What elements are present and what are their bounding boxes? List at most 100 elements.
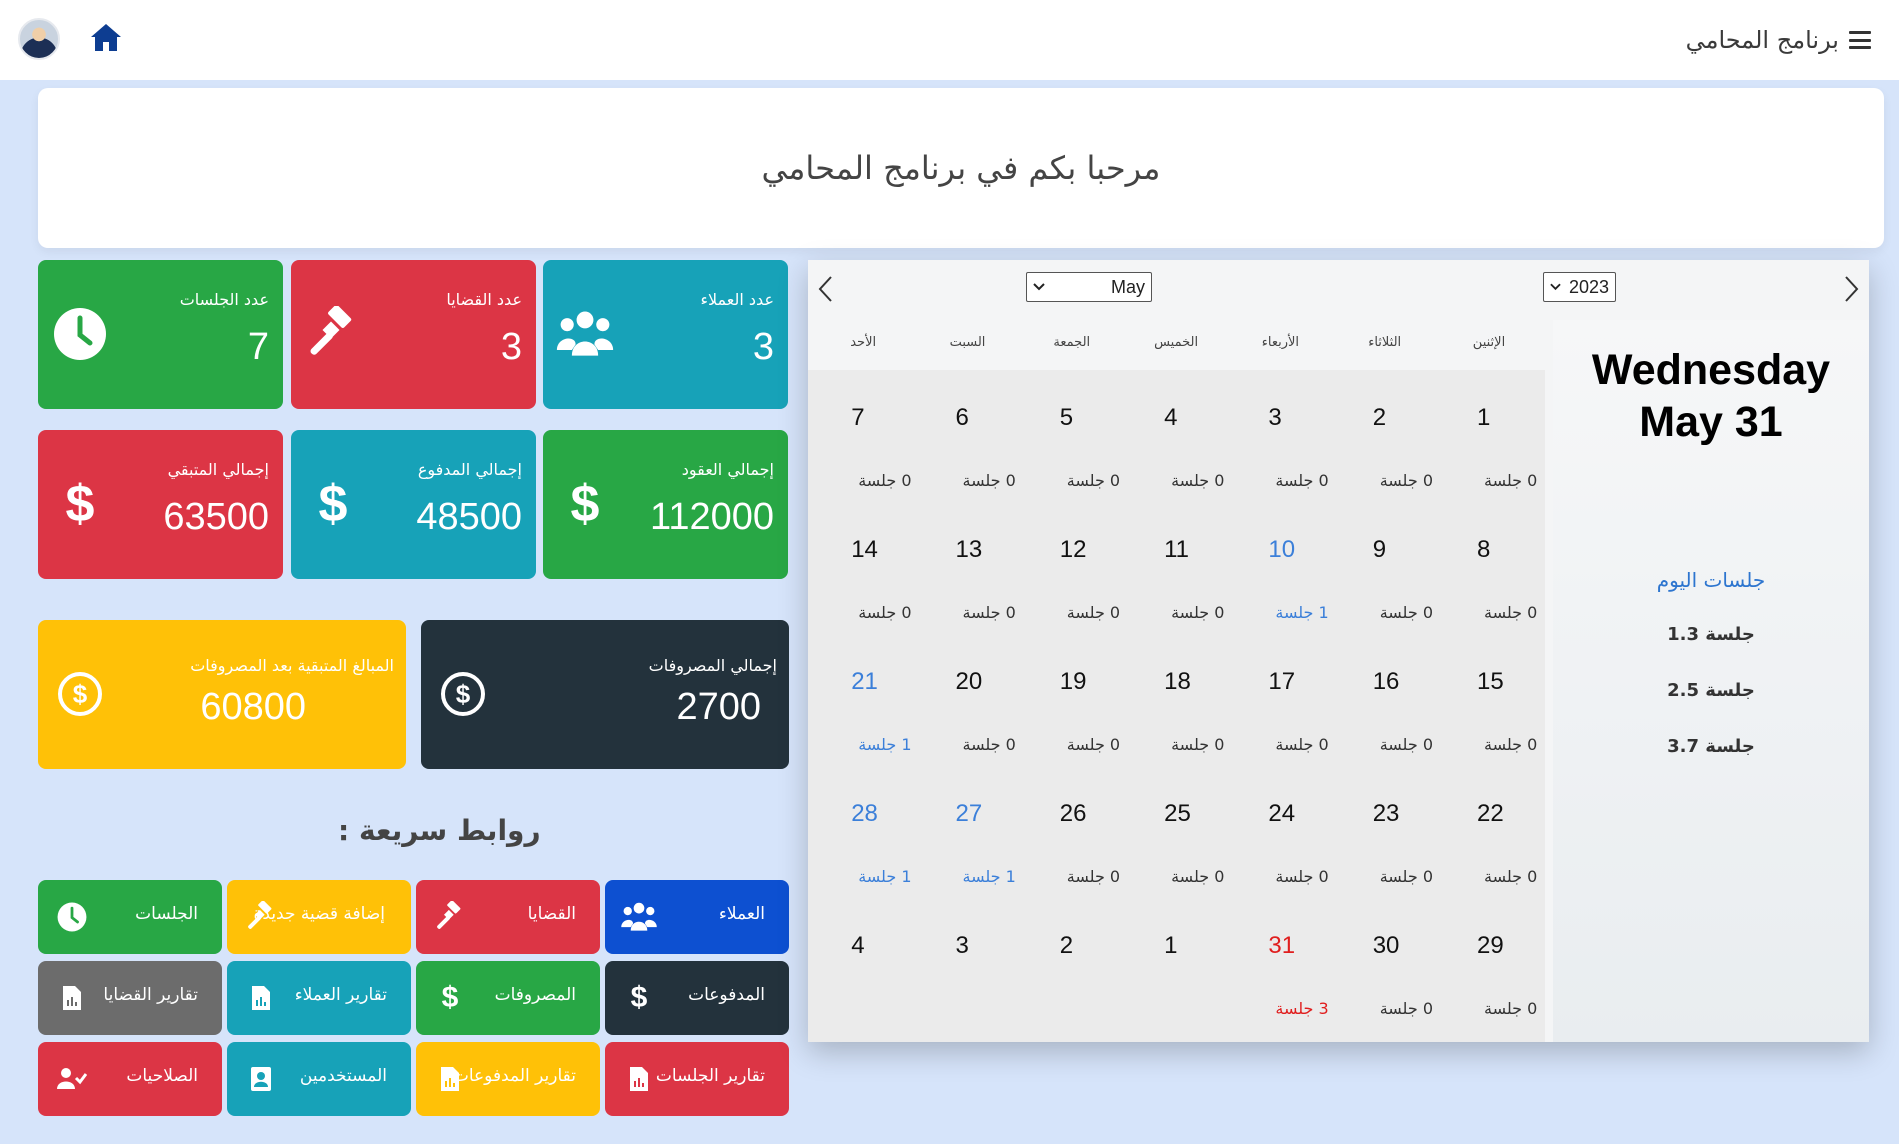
day-session-count[interactable]: 3 جلسة	[1275, 999, 1379, 1018]
day-session-count[interactable]: 0 جلسة	[1067, 735, 1171, 754]
today-session-item[interactable]: 2.جلسة 5	[1553, 680, 1869, 701]
dollar-circle-icon: $	[50, 664, 110, 724]
stat-title: عدد الجلسات	[179, 290, 269, 309]
year-select[interactable]: 2023	[1543, 272, 1616, 302]
calendar-day[interactable]: 15	[1477, 668, 1537, 696]
calendar-day[interactable]: 2	[1373, 404, 1433, 432]
chevron-right-icon[interactable]	[1839, 274, 1863, 304]
calendar-day[interactable]: 30	[1373, 932, 1433, 960]
calendar-day[interactable]: 26	[1060, 800, 1120, 828]
day-session-count[interactable]: 0 جلسة	[963, 735, 1067, 754]
calendar-day[interactable]: 16	[1373, 668, 1433, 696]
stat-card-expenses[interactable]: إجمالي المصروفات 2700 $	[421, 620, 789, 769]
stat-card-cases[interactable]: عدد القضايا 3	[291, 260, 536, 409]
day-session-count[interactable]: 0 جلسة	[963, 471, 1067, 490]
calendar-day[interactable]: 1	[1477, 404, 1537, 432]
brand[interactable]: برنامج المحامي	[1686, 22, 1871, 58]
calendar-day[interactable]: 22	[1477, 800, 1537, 828]
chevron-left-icon[interactable]	[814, 274, 838, 304]
calendar-day[interactable]: 31	[1268, 932, 1328, 960]
day-session-count[interactable]: 0 جلسة	[1067, 471, 1171, 490]
calendar-day[interactable]: 8	[1477, 536, 1537, 564]
calendar-day[interactable]: 2	[1060, 932, 1120, 960]
calendar-day[interactable]: 23	[1373, 800, 1433, 828]
stat-card-clients[interactable]: عدد العملاء 3	[543, 260, 788, 409]
calendar-day[interactable]: 18	[1164, 668, 1224, 696]
today-session-item[interactable]: 3.جلسة 7	[1553, 736, 1869, 757]
calendar-day[interactable]: 11	[1164, 536, 1224, 564]
calendar-day[interactable]: 3	[1268, 404, 1328, 432]
calendar-day[interactable]: 27	[956, 800, 1016, 828]
calendar-day[interactable]: 12	[1060, 536, 1120, 564]
calendar-day[interactable]: 20	[956, 668, 1016, 696]
day-session-count[interactable]: 0 جلسة	[1275, 735, 1379, 754]
day-session-count[interactable]: 0 جلسة	[1067, 867, 1171, 886]
quick-link-clients[interactable]: العملاء	[605, 880, 789, 954]
quick-link-add-case[interactable]: إضافة قضية جديدة	[227, 880, 411, 954]
stat-card-contracts[interactable]: إجمالي العقود 112000 $	[543, 430, 788, 579]
day-session-count[interactable]: 0 جلسة	[858, 471, 962, 490]
calendar-day[interactable]: 9	[1373, 536, 1433, 564]
day-session-count[interactable]: 0 جلسة	[1380, 471, 1484, 490]
calendar-day[interactable]: 29	[1477, 932, 1537, 960]
hamburger-icon[interactable]	[1849, 31, 1871, 49]
stat-card-sessions[interactable]: عدد الجلسات 7	[38, 260, 283, 409]
day-session-count[interactable]: 0 جلسة	[1171, 735, 1275, 754]
calendar-day[interactable]: 28	[851, 800, 911, 828]
calendar-day[interactable]: 7	[851, 404, 911, 432]
stat-card-remaining[interactable]: إجمالي المتبقي 63500 $	[38, 430, 283, 579]
avatar[interactable]	[18, 18, 60, 60]
calendar-day[interactable]: 5	[1060, 404, 1120, 432]
day-session-count[interactable]: 0 جلسة	[858, 603, 962, 622]
calendar-day[interactable]: 4	[1164, 404, 1224, 432]
calendar-day[interactable]: 6	[956, 404, 1016, 432]
today-session-item[interactable]: 1.جلسة 3	[1553, 624, 1869, 645]
quick-link-users[interactable]: المستخدمين	[227, 1042, 411, 1116]
calendar-day[interactable]: 19	[1060, 668, 1120, 696]
day-session-count[interactable]: 0 جلسة	[1380, 999, 1484, 1018]
quick-link-permissions[interactable]: الصلاحيات	[38, 1042, 222, 1116]
day-session-count[interactable]: 1 جلسة	[963, 867, 1067, 886]
day-session-count[interactable]: 1 جلسة	[858, 735, 962, 754]
calendar-day[interactable]: 17	[1268, 668, 1328, 696]
day-session-count[interactable]: 1 جلسة	[858, 867, 962, 886]
day-session-count[interactable]: 0 جلسة	[1484, 735, 1588, 754]
day-session-count[interactable]: 0 جلسة	[1275, 867, 1379, 886]
day-session-count[interactable]: 0 جلسة	[1484, 603, 1588, 622]
calendar-day[interactable]: 10	[1268, 536, 1328, 564]
quick-link-client-reports[interactable]: تقارير العملاء	[227, 961, 411, 1035]
day-session-count[interactable]: 0 جلسة	[1380, 603, 1484, 622]
quick-link-session-reports[interactable]: تقارير الجلسات	[605, 1042, 789, 1116]
quick-link-sessions[interactable]: الجلسات	[38, 880, 222, 954]
day-session-count[interactable]: 0 جلسة	[963, 603, 1067, 622]
calendar-day[interactable]: 1	[1164, 932, 1224, 960]
day-session-count[interactable]: 0 جلسة	[1171, 867, 1275, 886]
day-session-count[interactable]: 0 جلسة	[1484, 999, 1588, 1018]
calendar-day[interactable]: 25	[1164, 800, 1224, 828]
quick-link-label: المدفوعات	[688, 985, 765, 1005]
quick-link-case-reports[interactable]: تقارير القضايا	[38, 961, 222, 1035]
quick-link-cases[interactable]: القضايا	[416, 880, 600, 954]
day-session-count[interactable]: 1 جلسة	[1275, 603, 1379, 622]
quick-link-payments[interactable]: المدفوعات $	[605, 961, 789, 1035]
calendar-day[interactable]: 21	[851, 668, 911, 696]
day-session-count[interactable]: 0 جلسة	[1484, 471, 1588, 490]
day-session-count[interactable]: 0 جلسة	[1380, 735, 1484, 754]
month-select[interactable]: May	[1026, 272, 1152, 302]
calendar-day[interactable]: 13	[956, 536, 1016, 564]
day-session-count[interactable]: 0 جلسة	[1380, 867, 1484, 886]
calendar-day[interactable]: 14	[851, 536, 911, 564]
calendar-day[interactable]: 3	[956, 932, 1016, 960]
day-session-count[interactable]: 0 جلسة	[1067, 603, 1171, 622]
day-session-count[interactable]: 0 جلسة	[1171, 603, 1275, 622]
home-icon[interactable]	[88, 20, 124, 56]
stat-card-remaining-after-expenses[interactable]: المبالغ المتبقية بعد المصروفات 60800 $	[38, 620, 406, 769]
day-session-count[interactable]: 0 جلسة	[1275, 471, 1379, 490]
calendar-day[interactable]: 4	[851, 932, 911, 960]
day-session-count[interactable]: 0 جلسة	[1484, 867, 1588, 886]
quick-link-expenses[interactable]: المصروفات $	[416, 961, 600, 1035]
stat-card-paid[interactable]: إجمالي المدفوع 48500 $	[291, 430, 536, 579]
calendar-day[interactable]: 24	[1268, 800, 1328, 828]
quick-link-payment-reports[interactable]: تقارير المدفوعات	[416, 1042, 600, 1116]
day-session-count[interactable]: 0 جلسة	[1171, 471, 1275, 490]
